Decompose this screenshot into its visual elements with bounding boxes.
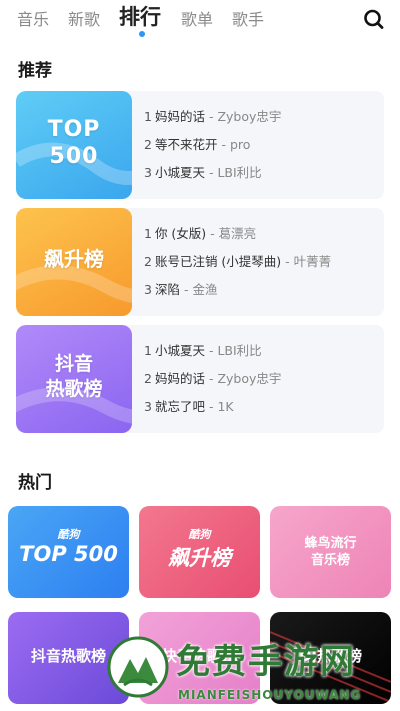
song-item[interactable]: 3 深陷 - 金渔: [144, 278, 384, 306]
song-name: 妈妈的话: [154, 371, 205, 386]
tile-brand: 酷狗: [57, 528, 80, 541]
song-item[interactable]: 2 妈妈的话 - Zyboy忠宇: [144, 367, 384, 395]
chart-song-list: 1 妈妈的话 - Zyboy忠宇 2 等不来花开 - pro 3 小城夏天 - LBI…: [144, 105, 384, 189]
song-artist: 叶菁菁: [293, 254, 332, 269]
song-rank: 2: [144, 371, 152, 386]
watermark-text: 免费手游网: [176, 642, 356, 682]
song-artist: 金渔: [192, 282, 218, 297]
cover-title-line2: 热歌榜: [45, 378, 103, 400]
song-item[interactable]: 3 就忘了吧 - 1K: [144, 395, 384, 423]
song-rank: 2: [144, 254, 152, 269]
top-nav: 音乐 新歌 排行 歌单 歌手: [0, 0, 400, 40]
active-tab-indicator: [139, 31, 145, 37]
song-artist: 1K: [217, 399, 234, 414]
song-rank: 2: [144, 137, 152, 152]
watermark-logo-icon: [107, 636, 169, 698]
song-name: 小城夏天: [154, 343, 205, 358]
song-artist: LBI利比: [217, 165, 262, 180]
song-rank: 3: [144, 282, 152, 297]
cover-title-line1: 抖音: [54, 353, 93, 375]
song-item[interactable]: 1 小城夏天 - LBI利比: [144, 339, 384, 367]
chart-song-list: 1 小城夏天 - LBI利比 2 妈妈的话 - Zyboy忠宇 3 就忘了吧 - 1K: [144, 339, 384, 423]
cover-title-line1: TOP: [47, 117, 101, 142]
song-artist: Zyboy忠宇: [217, 371, 282, 386]
song-name: 你 (女版): [154, 226, 207, 241]
song-rank: 1: [144, 109, 152, 124]
chart-song-list: 1你 (女版) - 葛漂亮 2 账号已注销 (小提琴曲) - 叶菁菁 3 深陷 - …: [144, 222, 384, 306]
search-button[interactable]: [362, 7, 386, 31]
song-item[interactable]: 2 等不来花开 - pro: [144, 133, 384, 161]
hot-tile-hummingbird[interactable]: 蜂鸟流行 音乐榜: [270, 506, 391, 598]
song-name: 账号已注销 (小提琴曲): [154, 254, 282, 269]
watermark-subtext: MIANFEISHOUYOUWANG: [178, 688, 362, 702]
tile-label: 飙升榜: [168, 546, 231, 570]
tab-singers[interactable]: 歌手: [232, 6, 264, 30]
cover-title-line2: 500: [49, 144, 99, 169]
chart-cover-douyin[interactable]: 抖音 热歌榜: [16, 325, 132, 433]
song-item[interactable]: 3 小城夏天 - LBI利比: [144, 161, 384, 189]
song-rank: 3: [144, 165, 152, 180]
song-item[interactable]: 2 账号已注销 (小提琴曲) - 叶菁菁: [144, 250, 384, 278]
song-artist: pro: [229, 137, 251, 152]
song-name: 就忘了吧: [154, 399, 205, 414]
chart-row-top500[interactable]: TOP 500 1 妈妈的话 - Zyboy忠宇 2 等不来花开 - pro 3 小城…: [16, 91, 384, 199]
cover-title: 飙升榜: [44, 247, 104, 271]
song-rank: 1: [144, 226, 152, 241]
song-item[interactable]: 1你 (女版) - 葛漂亮: [144, 222, 384, 250]
tab-rankings[interactable]: 排行: [119, 1, 161, 31]
tile-label: TOP 500: [19, 542, 118, 566]
hot-tile-kugou-top500[interactable]: 酷狗 TOP 500: [8, 506, 129, 598]
hot-section-title: 热门: [18, 473, 52, 493]
song-item[interactable]: 1 妈妈的话 - Zyboy忠宇: [144, 105, 384, 133]
tile-brand: 酷狗: [188, 528, 211, 541]
tab-music[interactable]: 音乐: [17, 6, 49, 30]
song-artist: Zyboy忠宇: [217, 109, 282, 124]
song-name: 等不来花开: [154, 137, 218, 152]
chart-cover-top500[interactable]: TOP 500: [16, 91, 132, 199]
search-icon: [364, 9, 384, 29]
song-rank: 3: [144, 399, 152, 414]
chart-cover-soaring[interactable]: 飙升榜: [16, 208, 132, 316]
tile-label: 蜂鸟流行 音乐榜: [304, 536, 357, 568]
chart-row-douyin[interactable]: 抖音 热歌榜 1 小城夏天 - LBI利比 2 妈妈的话 - Zyboy忠宇 3 就忘…: [16, 325, 384, 433]
song-name: 小城夏天: [154, 165, 205, 180]
song-artist: LBI利比: [217, 343, 262, 358]
song-name: 深陷: [154, 282, 180, 297]
hot-tile-kugou-soaring[interactable]: 酷狗 飙升榜: [139, 506, 260, 598]
recommend-section-title: 推荐: [18, 61, 52, 81]
song-name: 妈妈的话: [154, 109, 205, 124]
tab-playlists[interactable]: 歌单: [181, 6, 213, 30]
tab-new-songs[interactable]: 新歌: [68, 6, 100, 30]
song-rank: 1: [144, 343, 152, 358]
chart-row-soaring[interactable]: 飙升榜 1你 (女版) - 葛漂亮 2 账号已注销 (小提琴曲) - 叶菁菁 3深…: [16, 208, 384, 316]
song-artist: 葛漂亮: [218, 226, 257, 241]
